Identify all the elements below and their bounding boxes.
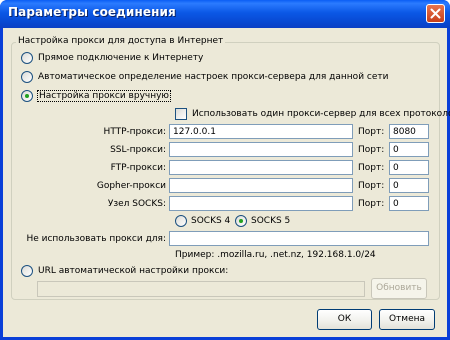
ftp-port-label: Порт: — [358, 163, 385, 173]
ftp-port-input[interactable]: 0 — [389, 160, 429, 175]
radio-auto-detect[interactable] — [21, 71, 33, 83]
radio-direct-connection[interactable] — [21, 52, 33, 64]
ssl-port-input[interactable]: 0 — [389, 142, 429, 157]
reload-button[interactable]: Обновить — [371, 278, 427, 299]
radio-socks4[interactable] — [175, 215, 187, 227]
radio-socks5[interactable] — [235, 215, 247, 227]
same-proxy-label[interactable]: Использовать один прокси-сервер для всех… — [192, 109, 450, 119]
socks-host-input[interactable] — [169, 196, 353, 211]
cancel-button[interactable]: Отмена — [379, 309, 435, 330]
close-button[interactable] — [426, 4, 445, 23]
http-proxy-label: HTTP-прокси: — [103, 127, 166, 137]
same-proxy-checkbox[interactable] — [175, 108, 187, 120]
http-port-label: Порт: — [358, 127, 385, 137]
http-port-input[interactable]: 8080 — [389, 124, 429, 139]
radio-socks5-label[interactable]: SOCKS 5 — [251, 216, 290, 226]
connection-settings-window: Параметры соединения Настройка прокси дл… — [0, 0, 450, 340]
window-title: Параметры соединения — [8, 5, 176, 19]
radio-auto-detect-label[interactable]: Автоматическое определение настроек прок… — [38, 72, 388, 82]
ssl-proxy-label: SSL-прокси: — [110, 145, 166, 155]
radio-manual-proxy[interactable] — [21, 90, 33, 102]
ok-button[interactable]: ОК — [317, 309, 372, 330]
socks-port-label: Порт: — [358, 199, 385, 209]
socks-host-label: Узел SOCKS: — [107, 199, 166, 209]
gopher-proxy-input[interactable] — [169, 178, 353, 193]
ftp-proxy-label: FTP-прокси: — [110, 163, 166, 173]
radio-auto-config-url[interactable] — [21, 265, 33, 277]
no-proxy-example: Пример: .mozilla.ru, .net.nz, 192.168.1.… — [175, 250, 376, 260]
ftp-proxy-input[interactable] — [169, 160, 353, 175]
close-icon — [430, 8, 441, 19]
http-proxy-input[interactable]: 127.0.0.1 — [169, 124, 353, 139]
title-bar[interactable]: Параметры соединения — [0, 0, 450, 28]
radio-socks4-label[interactable]: SOCKS 4 — [191, 216, 230, 226]
ssl-port-label: Порт: — [358, 145, 385, 155]
group-title: Настройка прокси для доступа в Интернет — [16, 36, 226, 46]
no-proxy-input[interactable] — [169, 231, 429, 246]
gopher-port-label: Порт: — [358, 181, 385, 191]
auto-config-url-input[interactable] — [37, 281, 365, 297]
socks-port-input[interactable]: 0 — [389, 196, 429, 211]
ssl-proxy-input[interactable] — [169, 142, 353, 157]
gopher-port-input[interactable]: 0 — [389, 178, 429, 193]
radio-manual-proxy-label[interactable]: Настройка прокси вручную — [37, 90, 171, 102]
gopher-proxy-label: Gopher-прокси — [96, 181, 166, 191]
dialog-client: Настройка прокси для доступа в Интернет … — [3, 28, 450, 337]
radio-auto-config-url-label[interactable]: URL автоматической настройки прокси: — [38, 266, 228, 276]
no-proxy-label: Не использовать прокси для: — [26, 234, 166, 244]
radio-direct-connection-label[interactable]: Прямое подключение к Интернету — [38, 53, 203, 63]
